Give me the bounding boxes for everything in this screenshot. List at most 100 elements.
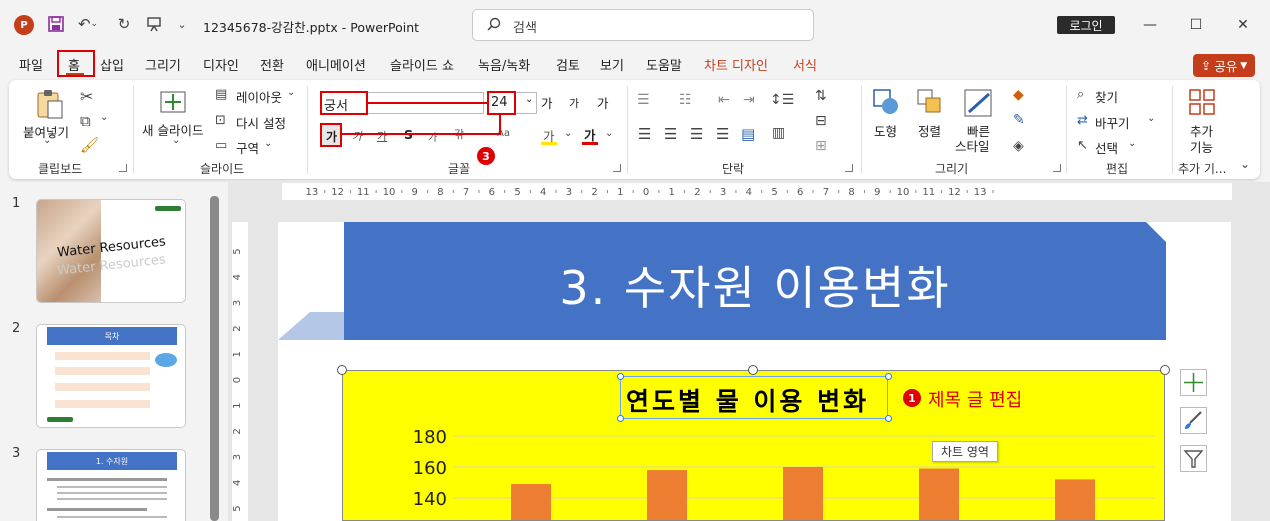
chevron-down-icon[interactable]: ⌄	[564, 128, 572, 139]
layout-label[interactable]: 레이아웃	[236, 87, 282, 106]
paragraph-launcher-icon[interactable]	[845, 164, 853, 172]
selection-handle[interactable]	[885, 373, 892, 380]
numbering-icon[interactable]: ☷	[679, 92, 692, 108]
selection-handle[interactable]	[617, 415, 624, 422]
chart-bar[interactable]	[919, 468, 959, 520]
section-icon[interactable]: ▭	[215, 138, 227, 153]
share-button[interactable]: ⇪ 공유 ▼	[1193, 54, 1255, 77]
drawing-launcher-icon[interactable]	[1053, 164, 1061, 172]
shapes-icon[interactable]	[872, 88, 900, 116]
addins-label-2[interactable]: 기능	[1190, 137, 1213, 156]
chart-resize-handle[interactable]	[337, 365, 347, 375]
slide-thumbnail-2[interactable]: 목차	[36, 324, 186, 428]
chevron-down-icon[interactable]: ⌄	[264, 138, 272, 149]
clipboard-launcher-icon[interactable]	[119, 164, 127, 172]
replace-label[interactable]: 바꾸기	[1095, 113, 1130, 132]
tab-slideshow[interactable]: 슬라이드 쇼	[390, 55, 454, 74]
minimize-icon[interactable]: —	[1140, 15, 1160, 35]
distributed-icon[interactable]: ▤	[741, 125, 755, 143]
align-right-icon[interactable]: ☰	[690, 125, 703, 143]
chart-resize-handle[interactable]	[748, 365, 758, 375]
arrange-label[interactable]: 정렬	[918, 121, 941, 140]
arrange-icon[interactable]	[916, 88, 944, 116]
shadow-button[interactable]: 가	[428, 129, 437, 144]
text-direction-icon[interactable]: ⇅	[815, 88, 827, 104]
save-icon[interactable]	[46, 14, 66, 34]
selection-handle[interactable]	[885, 415, 892, 422]
chevron-down-icon[interactable]: ⌄	[172, 135, 180, 146]
smartart-icon[interactable]: ⊞	[815, 138, 827, 154]
tab-recording[interactable]: 녹음/녹화	[478, 55, 530, 74]
shapes-label[interactable]: 도형	[874, 121, 897, 140]
tab-transitions[interactable]: 전환	[260, 55, 284, 74]
bold-button[interactable]: 가	[320, 123, 342, 147]
tab-animations[interactable]: 애니메이션	[306, 55, 366, 74]
replace-icon[interactable]: ⇄	[1077, 113, 1088, 128]
line-spacing-icon[interactable]: ↕☰	[770, 92, 794, 108]
reset-icon[interactable]: ⊡	[215, 113, 226, 128]
chart-bar[interactable]	[511, 484, 551, 520]
chevron-down-icon[interactable]: ⌄	[287, 87, 295, 98]
grow-font-button[interactable]: 가	[541, 93, 553, 112]
search-box[interactable]: 검색	[472, 9, 814, 41]
section-label[interactable]: 구역	[236, 138, 259, 157]
align-text-icon[interactable]: ⊟	[815, 113, 827, 129]
chart-bar[interactable]	[1055, 479, 1095, 520]
chevron-down-icon[interactable]: ⌄	[605, 128, 613, 139]
tab-draw[interactable]: 그리기	[145, 55, 181, 74]
slide-thumbnail-3[interactable]: 1. 수자원	[36, 449, 186, 521]
align-left-icon[interactable]: ☰	[638, 125, 651, 143]
tab-review[interactable]: 검토	[556, 55, 580, 74]
chevron-down-icon[interactable]: ⌄	[43, 135, 51, 146]
quick-styles-label-2[interactable]: 스타일	[955, 136, 990, 155]
chart-bar[interactable]	[783, 467, 823, 520]
decrease-indent-icon[interactable]: ⇤	[718, 92, 730, 108]
close-icon[interactable]: ✕	[1233, 15, 1253, 35]
find-label[interactable]: 찾기	[1095, 87, 1118, 106]
chevron-down-icon[interactable]: ⌄	[100, 112, 108, 123]
cut-icon[interactable]: ✂	[80, 87, 93, 106]
tab-chart-design[interactable]: 차트 디자인	[704, 55, 768, 74]
shrink-font-button[interactable]: 가	[569, 95, 579, 111]
tab-design[interactable]: 디자인	[203, 55, 239, 74]
thumbnails-scrollbar[interactable]	[210, 196, 219, 521]
chart-styles-button[interactable]	[1180, 407, 1207, 434]
quick-styles-icon[interactable]	[963, 88, 995, 118]
shape-outline-icon[interactable]: ✎	[1013, 112, 1025, 128]
shape-fill-icon[interactable]: ◆	[1013, 87, 1024, 103]
chart-elements-button[interactable]	[1180, 369, 1207, 396]
chart-title[interactable]: 연도별 물 이용 변화	[626, 382, 869, 418]
select-icon[interactable]: ↖	[1077, 138, 1088, 153]
tab-insert[interactable]: 삽입	[100, 55, 124, 74]
clear-format-button[interactable]: 가	[597, 93, 609, 112]
chart-resize-handle[interactable]	[1160, 365, 1170, 375]
addins-icon[interactable]	[1188, 88, 1216, 116]
chevron-down-icon[interactable]: ⌄	[1128, 138, 1136, 149]
selection-handle[interactable]	[617, 373, 624, 380]
new-slide-icon[interactable]	[158, 88, 188, 116]
italic-button[interactable]: 가	[352, 128, 362, 144]
customize-qat-icon[interactable]: ⌄	[174, 14, 190, 34]
find-icon[interactable]: ⌕	[1077, 87, 1084, 102]
tab-help[interactable]: 도움말	[646, 55, 682, 74]
shape-effects-icon[interactable]: ◈	[1013, 138, 1024, 154]
chevron-down-icon[interactable]: ⌄	[1147, 113, 1155, 124]
slide-thumbnail-1[interactable]: Water Resources Water Resources	[36, 199, 186, 303]
tab-format[interactable]: 서식	[793, 55, 817, 74]
maximize-icon[interactable]: ☐	[1186, 15, 1206, 35]
reset-label[interactable]: 다시 설정	[236, 113, 286, 132]
align-center-icon[interactable]: ☰	[664, 125, 677, 143]
start-slideshow-icon[interactable]	[144, 14, 164, 34]
chart-bar[interactable]	[647, 470, 687, 520]
redo-icon[interactable]: ↻	[114, 14, 134, 34]
bullets-icon[interactable]: ☰	[637, 92, 650, 108]
collapse-ribbon-icon[interactable]: ⌄	[1240, 157, 1250, 171]
copy-icon[interactable]: ⧉	[80, 112, 91, 130]
increase-indent-icon[interactable]: ⇥	[743, 92, 755, 108]
underline-button[interactable]: 가	[377, 128, 387, 144]
format-painter-icon[interactable]: 🖌	[80, 136, 99, 154]
tab-view[interactable]: 보기	[600, 55, 624, 74]
font-launcher-icon[interactable]	[613, 164, 621, 172]
select-label[interactable]: 선택	[1095, 138, 1118, 157]
tab-file[interactable]: 파일	[19, 55, 43, 74]
